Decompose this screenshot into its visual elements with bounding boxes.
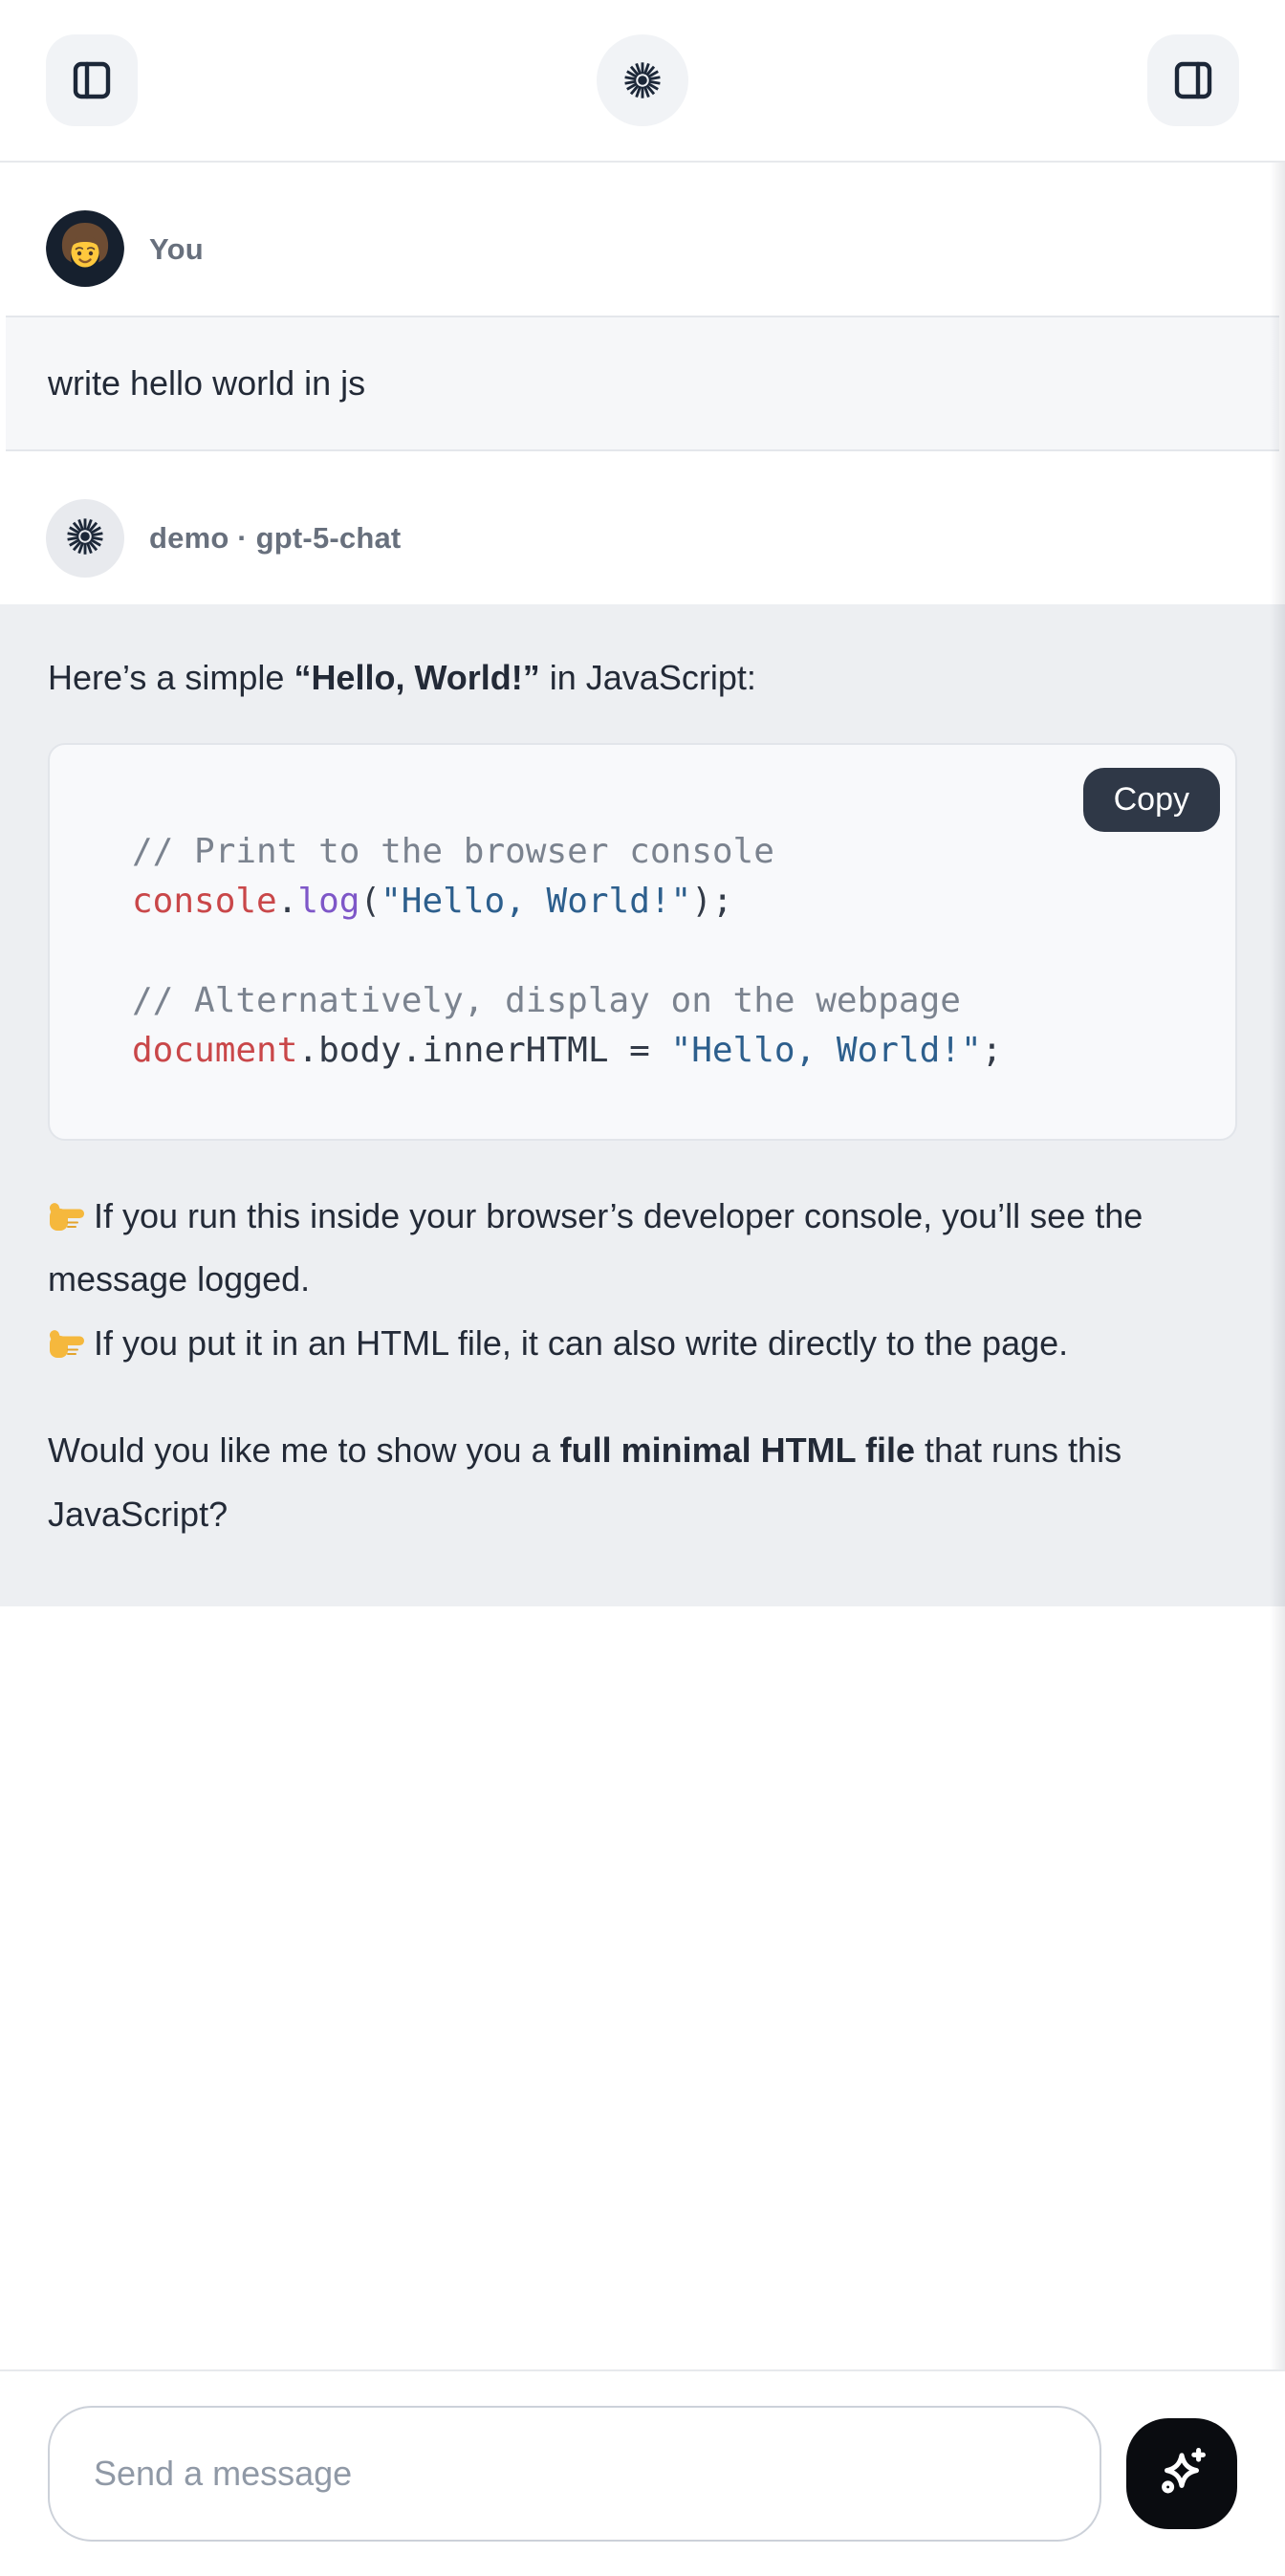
code-token: . — [277, 882, 298, 921]
code-token: // Print to the browser console — [132, 832, 774, 871]
starburst-icon — [63, 514, 107, 563]
send-button[interactable] — [1126, 2418, 1237, 2529]
note-line: If you run this inside your browser’s de… — [48, 1196, 1143, 1299]
intro-suffix: in JavaScript: — [540, 658, 756, 697]
code-token: ); — [691, 882, 732, 921]
code-token: .body.innerHTML = — [297, 1031, 670, 1070]
user-author-label: You — [149, 232, 204, 267]
note-text: If you put it in an HTML file, it can al… — [94, 1323, 1068, 1363]
panel-right-icon — [1170, 57, 1216, 103]
chat-app: You write hello world in js — [0, 0, 1285, 2576]
pointing-right-emoji-icon — [48, 1196, 94, 1235]
assistant-question-paragraph: Would you like me to show you a full min… — [48, 1419, 1237, 1546]
assistant-intro-paragraph: Here’s a simple “Hello, World!” in JavaS… — [48, 646, 1237, 710]
chat-scroll-area[interactable]: You write hello world in js — [0, 163, 1285, 2369]
note-line: If you put it in an HTML file, it can al… — [48, 1323, 1068, 1363]
code-token: "Hello, World!" — [671, 1031, 982, 1070]
panel-left-icon — [69, 57, 115, 103]
code-line: console.log("Hello, World!"); — [132, 877, 1197, 927]
code-block: Copy // Print to the browser console cons… — [48, 743, 1237, 1141]
assistant-notes-paragraph: If you run this inside your browser’s de… — [48, 1185, 1237, 1376]
user-message-header: You — [0, 163, 1285, 316]
intro-bold: “Hello, World!” — [294, 658, 539, 697]
code-content: // Print to the browser console console.l… — [132, 827, 1197, 1076]
top-bar — [0, 0, 1285, 163]
composer-bar — [0, 2369, 1285, 2576]
user-message-text: write hello world in js — [48, 363, 365, 403]
question-bold: full minimal HTML file — [560, 1430, 915, 1470]
code-token: // Alternatively, display on the webpage — [132, 981, 961, 1020]
pointing-right-emoji-icon — [48, 1323, 94, 1363]
code-token: log — [297, 882, 359, 921]
user-avatar — [46, 210, 124, 289]
user-message: You write hello world in js — [0, 163, 1285, 451]
assistant-avatar — [46, 499, 124, 578]
person-emoji-icon — [46, 210, 124, 289]
assistant-message: demo · gpt-5-chat Here’s a simple “Hello… — [0, 451, 1285, 1606]
code-token: ; — [982, 1031, 1003, 1070]
intro-prefix: Here’s a simple — [48, 658, 294, 697]
copy-code-button[interactable]: Copy — [1083, 768, 1220, 832]
code-token: console — [132, 882, 277, 921]
code-token: "Hello, World!" — [381, 882, 691, 921]
code-token: ( — [359, 882, 381, 921]
code-token: document — [132, 1031, 297, 1070]
message-input[interactable] — [48, 2406, 1101, 2542]
question-prefix: Would you like me to show you a — [48, 1430, 560, 1470]
sidebar-toggle-button[interactable] — [46, 34, 138, 126]
code-line: document.body.innerHTML = "Hello, World!… — [132, 1026, 1197, 1076]
code-line: // Alternatively, display on the webpage — [132, 976, 1197, 1026]
code-line — [132, 927, 1197, 976]
user-message-body: write hello world in js — [6, 316, 1279, 451]
right-panel-toggle-button[interactable] — [1147, 34, 1239, 126]
assistant-author-label: demo · gpt-5-chat — [149, 521, 401, 556]
app-logo-button[interactable] — [597, 34, 688, 126]
note-text: If you run this inside your browser’s de… — [48, 1196, 1143, 1299]
code-line: // Print to the browser console — [132, 827, 1197, 877]
assistant-message-body: Here’s a simple “Hello, World!” in JavaS… — [0, 604, 1285, 1606]
assistant-message-header: demo · gpt-5-chat — [0, 451, 1285, 604]
starburst-logo-icon — [621, 58, 664, 102]
sparkles-icon — [1151, 2442, 1212, 2506]
